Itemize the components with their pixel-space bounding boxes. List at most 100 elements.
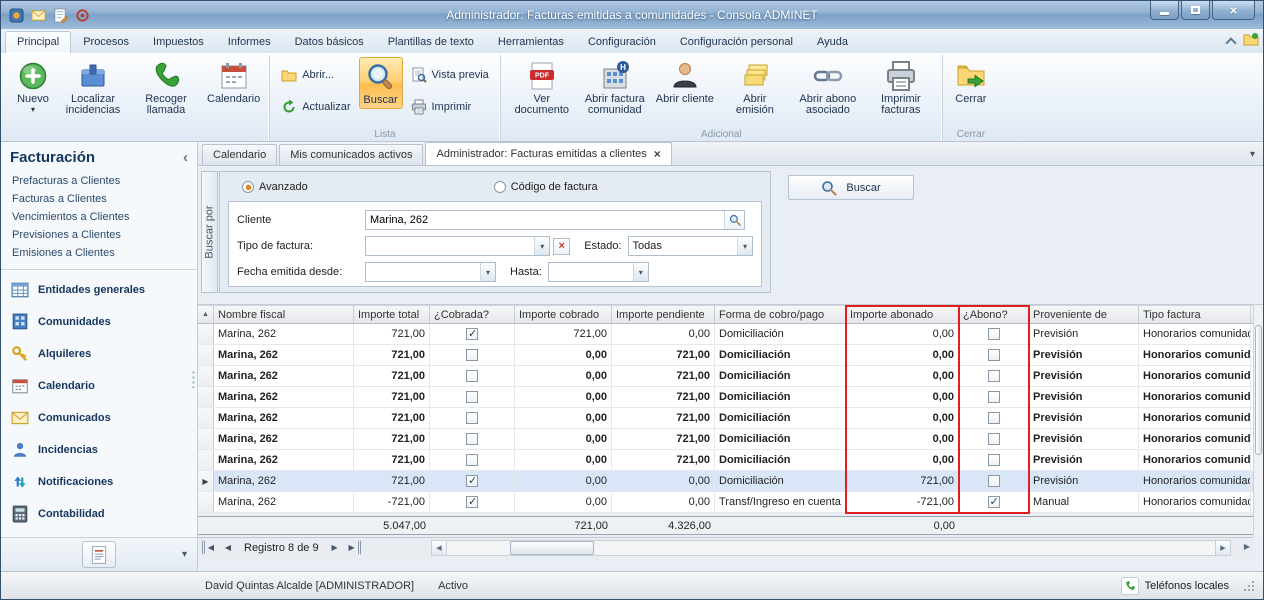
sidebar-link-previsiones-a-clientes[interactable]: Previsiones a Clientes [1, 226, 197, 244]
sidebar-item-contabilidad[interactable]: Contabilidad [1, 498, 197, 530]
doc-tab-administrador-facturas-emitidas-a-clientes[interactable]: Administrador: Facturas emitidas a clien… [425, 142, 671, 165]
checkbox[interactable] [466, 475, 478, 487]
fecha-desde-combo[interactable]: ▾ [365, 262, 496, 282]
table-row[interactable]: Marina, 262721,000,00721,00Domiciliación… [198, 345, 1253, 366]
column-header-forma[interactable]: Forma de cobro/pago [715, 306, 846, 323]
estado-combo[interactable]: Todas ▾ [628, 236, 754, 256]
nuevo-button[interactable]: Nuevo ▾ [11, 57, 55, 115]
ribbon-tab-informes[interactable]: Informes [216, 31, 283, 53]
checkbox[interactable] [988, 433, 1000, 445]
checkbox[interactable] [466, 349, 478, 361]
column-header-tipo[interactable]: Tipo factura [1139, 306, 1251, 323]
column-header-abonado[interactable]: Importe abonado [846, 306, 959, 323]
actualizar-button[interactable]: Actualizar [276, 97, 355, 117]
document-view-button[interactable] [82, 541, 116, 568]
close-tab-icon[interactable]: × [654, 148, 661, 160]
imprimir-button[interactable]: Imprimir [406, 97, 494, 117]
sidebar-item-alquileres[interactable]: Alquileres [1, 338, 197, 370]
ribbon-tab-datos-básicos[interactable]: Datos básicos [283, 31, 376, 53]
scroll-left-icon[interactable]: ◀ [432, 541, 447, 555]
minimize-button[interactable] [1150, 1, 1179, 20]
table-row[interactable]: ▶Marina, 262721,000,000,00Domiciliación7… [198, 471, 1253, 492]
doc-tab-calendario[interactable]: Calendario [202, 144, 277, 165]
checkbox[interactable] [466, 370, 478, 382]
collapse-ribbon-icon[interactable] [1225, 37, 1236, 48]
first-record-button[interactable]: ◀ [202, 540, 218, 555]
sidebar-item-incidencias[interactable]: Incidencias [1, 434, 197, 466]
checkbox[interactable] [988, 328, 1000, 340]
last-record-button[interactable]: ▶ [345, 540, 361, 555]
ribbon-tab-ayuda[interactable]: Ayuda [805, 31, 860, 53]
table-row[interactable]: Marina, 262721,00721,000,00Domiciliación… [198, 324, 1253, 345]
sidebar-link-prefacturas-a-clientes[interactable]: Prefacturas a Clientes [1, 172, 197, 190]
checkbox[interactable] [988, 454, 1000, 466]
status-phones-label[interactable]: Teléfonos locales [1145, 580, 1229, 592]
buscar-button[interactable]: Buscar [788, 175, 914, 200]
ribbon-tab-principal[interactable]: Principal [5, 31, 71, 53]
ribbon-tab-procesos[interactable]: Procesos [71, 31, 141, 53]
close-button[interactable]: × [1212, 1, 1255, 20]
sidebar-link-facturas-a-clientes[interactable]: Facturas a Clientes [1, 190, 197, 208]
table-row[interactable]: Marina, 262721,000,00721,00Domiciliación… [198, 450, 1253, 471]
checkbox[interactable] [466, 496, 478, 508]
help-folder-icon[interactable] [1243, 32, 1259, 49]
checkbox[interactable] [466, 391, 478, 403]
table-row[interactable]: Marina, 262721,000,00721,00Domiciliación… [198, 366, 1253, 387]
scrollbar-thumb[interactable] [510, 541, 594, 555]
fecha-hasta-combo[interactable]: ▾ [548, 262, 649, 282]
abrir-emision-button[interactable]: Abrir emisión [720, 57, 790, 118]
sidebar-item-entidades-generales[interactable]: Entidades generales [1, 274, 197, 306]
sidebar-item-comunidades[interactable]: Comunidades [1, 306, 197, 338]
checkbox[interactable] [466, 433, 478, 445]
checkbox[interactable] [466, 412, 478, 424]
abrir-cliente-button[interactable]: Abrir cliente [653, 57, 717, 107]
search-mode-strip[interactable]: Buscar por [201, 171, 218, 293]
splitter-handle[interactable] [192, 370, 195, 388]
cliente-input[interactable] [366, 211, 724, 229]
table-row[interactable]: Marina, 262721,000,00721,00Domiciliación… [198, 429, 1253, 450]
localizar-incidencias-button[interactable]: Localizar incidencias [58, 57, 128, 118]
checkbox[interactable] [466, 454, 478, 466]
checkbox[interactable] [988, 475, 1000, 487]
ver-documento-button[interactable]: PDF Ver documento [507, 57, 577, 118]
sidebar-item-comunicados[interactable]: Comunicados [1, 402, 197, 434]
sort-indicator-icon[interactable]: ▲ [198, 306, 214, 323]
table-row[interactable]: Marina, 262-721,000,000,00Transf/Ingreso… [198, 492, 1253, 513]
tipo-factura-combo[interactable]: ▾ [365, 236, 550, 256]
column-header-total[interactable]: Importe total [354, 306, 430, 323]
doc-tab-mis-comunicados-activos[interactable]: Mis comunicados activos [279, 144, 423, 165]
table-row[interactable]: Marina, 262721,000,00721,00Domiciliación… [198, 387, 1253, 408]
checkbox[interactable] [988, 349, 1000, 361]
calendario-button[interactable]: Calendario [204, 57, 263, 107]
sidebar-link-emisiones-a-clientes[interactable]: Emisiones a Clientes [1, 244, 197, 262]
horizontal-scrollbar[interactable]: ◀ ▶ [431, 540, 1231, 556]
scroll-right-icon[interactable]: ▶ [1215, 541, 1230, 555]
checkbox[interactable] [988, 412, 1000, 424]
cerrar-button[interactable]: Cerrar [949, 57, 993, 107]
chevron-down-icon[interactable]: ▾ [182, 549, 187, 560]
next-record-button[interactable]: ▶ [327, 540, 343, 555]
ribbon-tab-configuración-personal[interactable]: Configuración personal [668, 31, 805, 53]
maximize-button[interactable] [1181, 1, 1210, 20]
checkbox[interactable] [466, 328, 478, 340]
ribbon-tab-herramientas[interactable]: Herramientas [486, 31, 576, 53]
note-icon[interactable] [51, 6, 69, 24]
table-row[interactable]: Marina, 262721,000,00721,00Domiciliación… [198, 408, 1253, 429]
record-icon[interactable] [73, 6, 91, 24]
column-header-nombre[interactable]: Nombre fiscal [214, 306, 354, 323]
checkbox[interactable] [988, 496, 1000, 508]
vertical-scrollbar[interactable] [1253, 305, 1263, 535]
column-header-cobrada[interactable]: ¿Cobrada? [430, 306, 515, 323]
sidebar-item-notificaciones[interactable]: Notificaciones [1, 466, 197, 498]
resize-grip[interactable] [1243, 580, 1255, 592]
ribbon-tab-impuestos[interactable]: Impuestos [141, 31, 216, 53]
collapse-sidebar-icon[interactable]: ‹ [183, 149, 188, 166]
sidebar-link-vencimientos-a-clientes[interactable]: Vencimientos a Clientes [1, 208, 197, 226]
checkbox[interactable] [988, 370, 1000, 382]
radio-avanzado[interactable]: Avanzado [242, 181, 308, 193]
ribbon-tab-plantillas-de-texto[interactable]: Plantillas de texto [376, 31, 486, 53]
lookup-icon[interactable] [724, 211, 744, 229]
radio-codigo-factura[interactable]: Código de factura [494, 181, 598, 193]
sidebar-item-calendario[interactable]: Calendario [1, 370, 197, 402]
ribbon-tab-configuración[interactable]: Configuración [576, 31, 668, 53]
